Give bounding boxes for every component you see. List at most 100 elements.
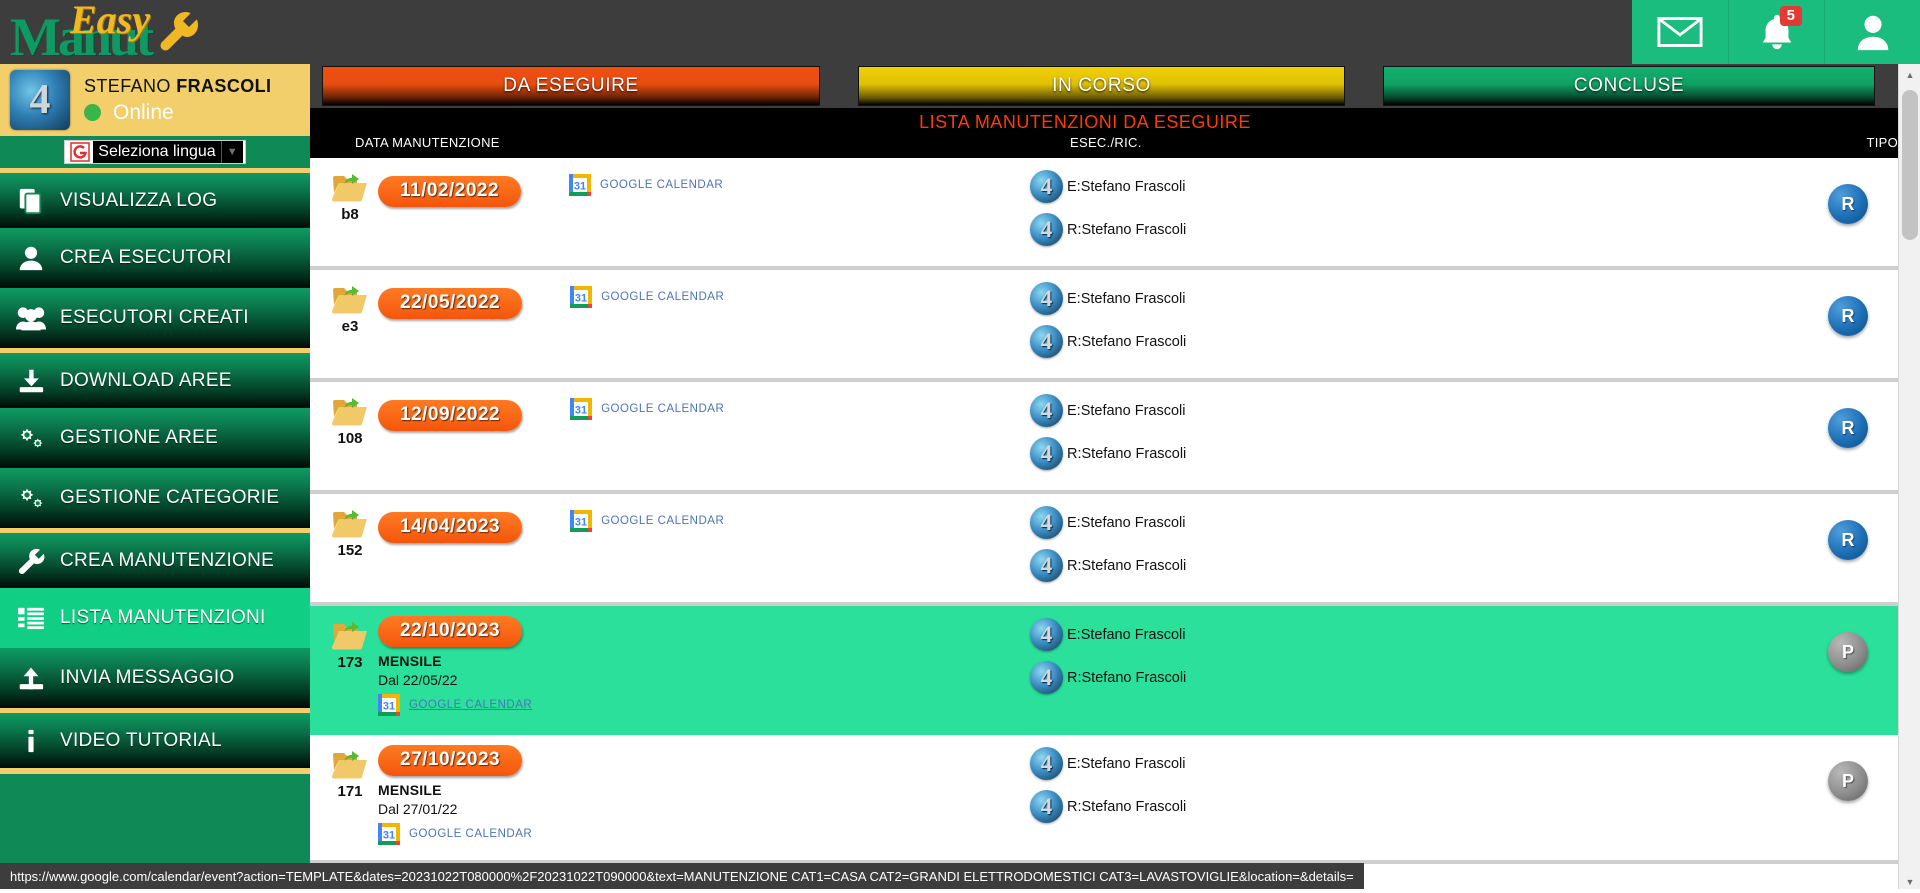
tab-concluse[interactable]: CONCLUSE xyxy=(1383,66,1875,106)
avatar-glyph: 4 xyxy=(29,77,51,123)
open-folder-icon[interactable] xyxy=(331,396,368,426)
person-entry: 4 R:Stefano Frascoli xyxy=(1030,661,1670,694)
table-row[interactable]: 171 27/10/2023 MENSILE Dal 27/01/22 31 GOOGLE… xyxy=(310,735,1898,864)
person-entry: 4 R:Stefano Frascoli xyxy=(1030,437,1670,470)
user-add-icon xyxy=(14,243,48,273)
row-executor-cell: 4 E:Stefano Frascoli 4 R:Stefano Frascoli xyxy=(1030,494,1670,602)
sidebar-item-download-aree[interactable]: DOWNLOAD AREE xyxy=(0,348,310,408)
column-header-tipo: TIPO xyxy=(1866,135,1898,150)
table-row[interactable]: e3 22/05/2022 31 GOOGLE CALENDAR 4 E:Stefano … xyxy=(310,270,1898,382)
person-avatar: 4 xyxy=(1030,170,1063,203)
top-bar: Manut Easy 5 xyxy=(0,0,1920,67)
sidebar-item-crea-esecutori[interactable]: CREA ESECUTORI xyxy=(0,228,310,288)
table-row[interactable]: 173 22/10/2023 MENSILE Dal 22/05/22 31 GOOGLE… xyxy=(310,606,1898,735)
row-date-cell: 152 14/04/2023 31 GOOGLE CALENDAR xyxy=(310,494,1030,559)
list-icon xyxy=(14,603,48,633)
row-id: 173 xyxy=(337,654,363,671)
sidebar: 4 STEFANO FRASCOLI Online Seleziona ling… xyxy=(0,64,310,893)
sidebar-item-video-tutorial[interactable]: VIDEO TUTORIAL xyxy=(0,708,310,768)
tab-bar: DA ESEGUIRE IN CORSO CONCLUSE xyxy=(310,64,1920,108)
app-logo[interactable]: Manut Easy xyxy=(8,0,318,67)
row-date-cell: e3 22/05/2022 31 GOOGLE CALENDAR xyxy=(310,270,1030,335)
sidebar-menu: VISUALIZZA LOG CREA ESECUTORI ESECUTORI … xyxy=(0,168,310,768)
google-calendar-icon: 31 xyxy=(570,286,593,308)
svg-text:31: 31 xyxy=(575,293,587,305)
google-calendar-icon: 31 xyxy=(378,823,400,845)
maintenance-date-badge[interactable]: 27/10/2023 xyxy=(378,745,523,776)
chevron-up-icon[interactable]: ▲ xyxy=(1899,64,1920,86)
person-entry: 4E:Stefano Frascoli xyxy=(1030,618,1670,651)
maintenance-date-badge[interactable]: 12/09/2022 xyxy=(378,400,523,431)
wrench-icon xyxy=(156,10,200,66)
row-id: 171 xyxy=(337,783,363,800)
sidebar-item-gestione-categorie[interactable]: GESTIONE CATEGORIE xyxy=(0,468,310,528)
google-calendar-icon: 31 xyxy=(569,174,592,196)
mail-button[interactable] xyxy=(1632,0,1728,64)
person-label: E:Stefano Frascoli xyxy=(1067,755,1186,772)
sidebar-item-invia-messaggio[interactable]: INVIA MESSAGGIO xyxy=(0,648,310,708)
profile-name: STEFANO FRASCOLI xyxy=(84,76,271,97)
user-menu-button[interactable] xyxy=(1824,0,1920,64)
frequency-label: MENSILE xyxy=(378,653,442,669)
status-badge[interactable]: R xyxy=(1828,296,1868,336)
open-folder-icon[interactable] xyxy=(331,749,368,779)
sidebar-item-gestione-aree[interactable]: GESTIONE AREE xyxy=(0,408,310,468)
sidebar-item-label: GESTIONE CATEGORIE xyxy=(60,487,280,508)
person-avatar: 4 xyxy=(1030,325,1063,358)
svg-text:31: 31 xyxy=(383,701,395,713)
person-entry: 4E:Stefano Frascoli xyxy=(1030,506,1670,539)
app-window: Manut Easy 5 4 STEFANO FRASCOLI Online S… xyxy=(0,0,1920,893)
maintenance-date-badge[interactable]: 22/10/2023 xyxy=(378,616,523,647)
wrench-icon xyxy=(14,546,48,576)
open-folder-icon[interactable] xyxy=(331,172,368,202)
row-id: e3 xyxy=(341,318,359,335)
person-entry: 4E:Stefano Frascoli xyxy=(1030,394,1670,427)
sidebar-item-label: INVIA MESSAGGIO xyxy=(60,667,235,688)
sidebar-item-esecutori-creati[interactable]: ESECUTORI CREATI xyxy=(0,288,310,348)
maintenance-date-badge[interactable]: 14/04/2023 xyxy=(378,512,523,543)
person-entry: 4 R:Stefano Frascoli xyxy=(1030,213,1670,246)
notifications-button[interactable]: 5 xyxy=(1728,0,1824,64)
google-calendar-link[interactable]: 31 GOOGLE CALENDAR xyxy=(569,174,723,196)
vertical-scrollbar[interactable]: ▲ ▼ xyxy=(1898,64,1920,893)
status-badge[interactable]: P xyxy=(1828,761,1868,801)
status-badge[interactable]: R xyxy=(1828,184,1868,224)
person-entry: 4 R:Stefano Frascoli xyxy=(1030,549,1670,582)
tab-da-eseguire[interactable]: DA ESEGUIRE xyxy=(322,66,820,106)
status-badge[interactable]: P xyxy=(1828,632,1868,672)
google-calendar-link[interactable]: 31 GOOGLE CALENDAR xyxy=(570,510,724,532)
google-translate-icon xyxy=(70,142,91,162)
open-folder-icon[interactable] xyxy=(331,620,368,650)
person-label: E:Stefano Frascoli xyxy=(1067,626,1186,643)
info-icon xyxy=(14,726,48,756)
sidebar-item-crea-manutenzione[interactable]: CREA MANUTENZIONE xyxy=(0,528,310,588)
person-entry: 4E:Stefano Frascoli xyxy=(1030,282,1670,315)
person-avatar: 4 xyxy=(1030,661,1063,694)
chevron-down-icon[interactable]: ▼ xyxy=(220,141,243,163)
status-badge[interactable]: R xyxy=(1828,520,1868,560)
open-folder-icon[interactable] xyxy=(331,284,368,314)
google-calendar-link[interactable]: 31 GOOGLE CALENDAR xyxy=(570,286,724,308)
google-calendar-icon: 31 xyxy=(570,510,593,532)
status-badge[interactable]: R xyxy=(1828,408,1868,448)
maintenance-date-badge[interactable]: 11/02/2022 xyxy=(378,176,522,207)
maintenance-date-badge[interactable]: 22/05/2022 xyxy=(378,288,523,319)
table-row[interactable]: b8 11/02/2022 31 GOOGLE CALENDAR 4 E:Stefano … xyxy=(310,158,1898,270)
table-row[interactable]: 152 14/04/2023 31 GOOGLE CALENDAR 4 E:Stefano… xyxy=(310,494,1898,606)
google-calendar-link[interactable]: 31 GOOGLE CALENDAR xyxy=(378,823,532,845)
person-label: R:Stefano Frascoli xyxy=(1067,557,1187,574)
sidebar-item-visualizza-log[interactable]: VISUALIZZA LOG xyxy=(0,168,310,228)
status-label: Online xyxy=(113,100,174,124)
person-label: E:Stefano Frascoli xyxy=(1067,402,1186,419)
sidebar-item-label: VISUALIZZA LOG xyxy=(60,189,218,211)
google-calendar-link[interactable]: 31 GOOGLE CALENDAR xyxy=(570,398,724,420)
person-avatar: 4 xyxy=(1030,437,1063,470)
sidebar-item-lista-manutenzioni[interactable]: LISTA MANUTENZIONI xyxy=(0,588,310,648)
tab-in-corso[interactable]: IN CORSO xyxy=(858,66,1345,106)
google-calendar-link[interactable]: 31 GOOGLE CALENDAR xyxy=(378,694,532,716)
person-avatar: 4 xyxy=(1030,549,1063,582)
language-selector[interactable]: Seleziona lingua ▼ xyxy=(64,140,246,164)
open-folder-icon[interactable] xyxy=(331,508,368,538)
scrollbar-thumb[interactable] xyxy=(1902,90,1918,240)
table-row[interactable]: 108 12/09/2022 31 GOOGLE CALENDAR 4 E:Stefano… xyxy=(310,382,1898,494)
